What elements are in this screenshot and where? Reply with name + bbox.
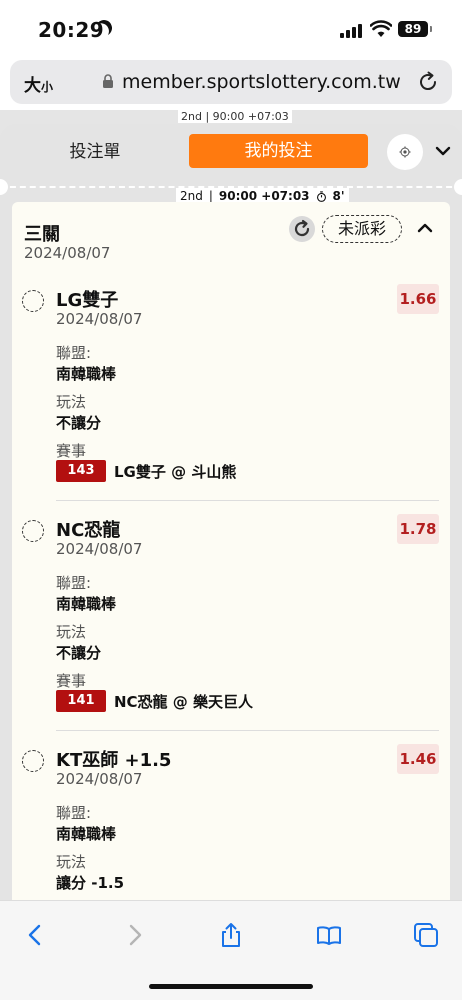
market-label: 玩法 xyxy=(56,623,87,641)
event-label: 賽事 xyxy=(56,672,87,690)
status-bar: 20:29 89 xyxy=(0,0,462,56)
leg-date: 2024/08/07 xyxy=(56,310,143,328)
bet-date: 2024/08/07 xyxy=(24,244,111,262)
league-label: 聯盟: xyxy=(56,804,92,822)
back-icon[interactable] xyxy=(22,921,50,949)
tab-my-bets[interactable]: 我的投注 xyxy=(189,134,368,168)
bet-leg: LG雙子 2024/08/07 1.66 聯盟: 南韓職棒 玩法 不讓分 賽事 … xyxy=(12,284,450,514)
event-info: 141 NC恐龍 @ 樂天巨人 xyxy=(56,690,253,712)
market-value: 讓分 -1.5 xyxy=(56,874,125,892)
match-timer: 8' xyxy=(332,189,345,203)
text-size-large: 大 xyxy=(24,76,41,96)
bet-type: 三關 xyxy=(24,224,60,245)
event-info: 143 LG雙子 @ 斗山熊 xyxy=(56,460,236,482)
market-value: 不讓分 xyxy=(56,414,102,432)
share-icon[interactable] xyxy=(217,921,245,949)
market-label: 玩法 xyxy=(56,393,87,411)
battery-tip xyxy=(430,26,432,32)
market-value: 不讓分 xyxy=(56,644,102,662)
event-name: NC恐龍 @ 樂天巨人 xyxy=(114,692,254,711)
leg-team: KT巫師 +1.5 xyxy=(56,750,172,771)
lock-icon xyxy=(103,74,113,88)
event-number: 141 xyxy=(56,690,106,712)
tabs-icon[interactable] xyxy=(412,921,440,949)
event-label: 賽事 xyxy=(56,442,87,460)
league-label: 聯盟: xyxy=(56,574,92,592)
leg-odds: 1.46 xyxy=(397,744,439,774)
bg-clock: 90:00 +07:03 xyxy=(212,110,289,123)
market-label: 玩法 xyxy=(56,853,87,871)
leg-odds: 1.78 xyxy=(397,514,439,544)
status-badge: 未派彩 xyxy=(322,215,402,243)
ticket-notch-left xyxy=(0,179,8,195)
leg-team: NC恐龍 xyxy=(56,520,121,541)
tab-bet-slip[interactable]: 投注單 xyxy=(40,134,150,170)
signal-icon xyxy=(340,24,362,38)
gear-icon xyxy=(399,146,411,158)
url-text[interactable]: member.sportslottery.com.tw xyxy=(122,71,401,93)
league-value: 南韓職棒 xyxy=(56,595,117,613)
chevron-up-icon[interactable] xyxy=(416,219,434,237)
leg-team: LG雙子 xyxy=(56,290,119,311)
text-size-button[interactable]: 大小 xyxy=(24,71,53,96)
bg-period: 2nd xyxy=(181,110,202,123)
address-bar[interactable]: 大小 member.sportslottery.com.tw xyxy=(10,60,452,104)
ticket-notch-right xyxy=(454,179,462,195)
forward-icon[interactable] xyxy=(120,921,148,949)
leg-status-indicator xyxy=(22,750,44,772)
reload-icon[interactable] xyxy=(416,70,440,94)
text-size-small: 小 xyxy=(41,80,54,94)
settings-button[interactable] xyxy=(387,134,423,170)
league-value: 南韓職棒 xyxy=(56,365,117,383)
refresh-button[interactable] xyxy=(289,216,315,242)
bookmarks-icon[interactable] xyxy=(315,921,343,949)
event-name: LG雙子 @ 斗山熊 xyxy=(114,462,237,481)
stopwatch-icon xyxy=(316,190,326,202)
wifi-icon xyxy=(370,20,392,37)
chevron-down-icon[interactable] xyxy=(434,142,452,160)
bet-leg: KT巫師 +1.5 2024/08/07 1.46 聯盟: 南韓職棒 玩法 讓分… xyxy=(12,744,450,900)
leg-odds: 1.66 xyxy=(397,284,439,314)
web-page: 2nd | 90:00 +07:03 投注單 我的投注 2nd | 90:00 … xyxy=(0,110,462,900)
leg-date: 2024/08/07 xyxy=(56,540,143,558)
bet-tabs: 投注單 我的投注 xyxy=(0,134,462,174)
league-value: 南韓職棒 xyxy=(56,825,117,843)
battery-level: 89 xyxy=(398,21,428,37)
bet-panel: 投注單 我的投注 2nd | 90:00 +07:03 8' 三關 2024/0… xyxy=(0,124,462,900)
home-indicator xyxy=(149,984,313,989)
bet-leg: NC恐龍 2024/08/07 1.78 聯盟: 南韓職棒 玩法 不讓分 賽事 … xyxy=(12,514,450,744)
leg-divider xyxy=(56,730,439,731)
event-number: 143 xyxy=(56,460,106,482)
match-period: 2nd xyxy=(180,189,203,203)
match-sep: | xyxy=(208,189,213,203)
league-label: 聯盟: xyxy=(56,344,92,362)
refresh-icon xyxy=(294,219,310,237)
leg-status-indicator xyxy=(22,290,44,312)
status-time: 20:29 xyxy=(38,18,105,42)
match-clock: 90:00 +07:03 xyxy=(218,189,310,203)
leg-date: 2024/08/07 xyxy=(56,770,143,788)
bet-card: 三關 2024/08/07 未派彩 LG雙子 2024/08/07 1.66 聯… xyxy=(12,202,450,900)
background-match-time: 2nd | 90:00 +07:03 xyxy=(178,110,292,123)
leg-status-indicator xyxy=(22,520,44,542)
leg-divider xyxy=(56,500,439,501)
